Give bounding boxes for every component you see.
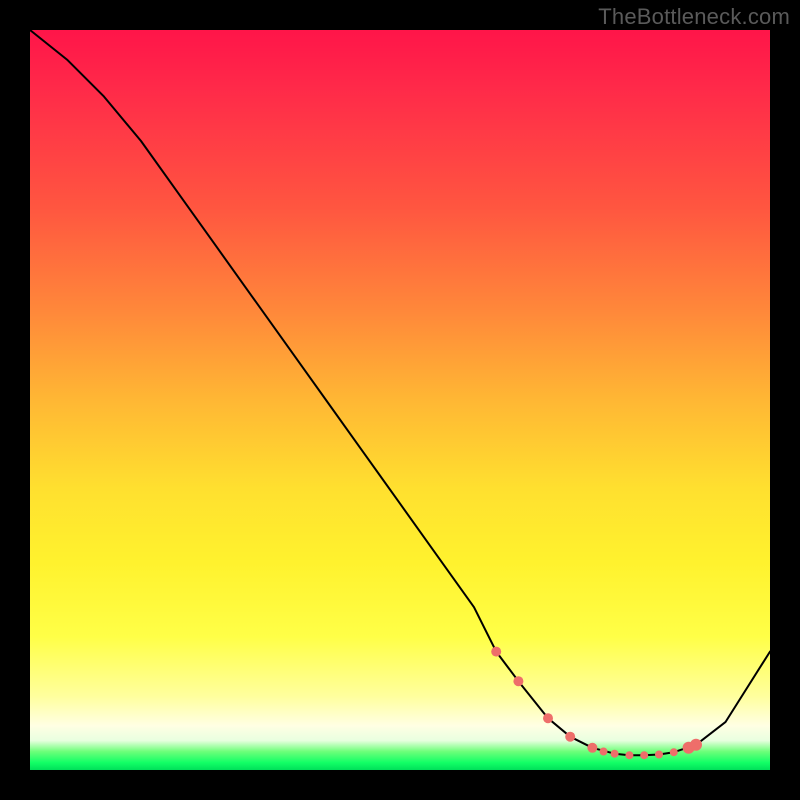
marker-point (690, 739, 702, 751)
marker-point (640, 751, 648, 759)
marker-point (587, 743, 597, 753)
plot-area (30, 30, 770, 770)
marker-point (543, 713, 553, 723)
highlight-markers (491, 647, 702, 760)
marker-point (513, 676, 523, 686)
curve-layer (30, 30, 770, 770)
bottleneck-curve (30, 30, 770, 755)
marker-point (655, 751, 663, 759)
marker-point (491, 647, 501, 657)
chart-frame: TheBottleneck.com (0, 0, 800, 800)
marker-point (625, 751, 633, 759)
marker-point (611, 750, 619, 758)
watermark-text: TheBottleneck.com (598, 4, 790, 30)
marker-point (565, 732, 575, 742)
marker-point (600, 748, 608, 756)
marker-point (670, 748, 678, 756)
